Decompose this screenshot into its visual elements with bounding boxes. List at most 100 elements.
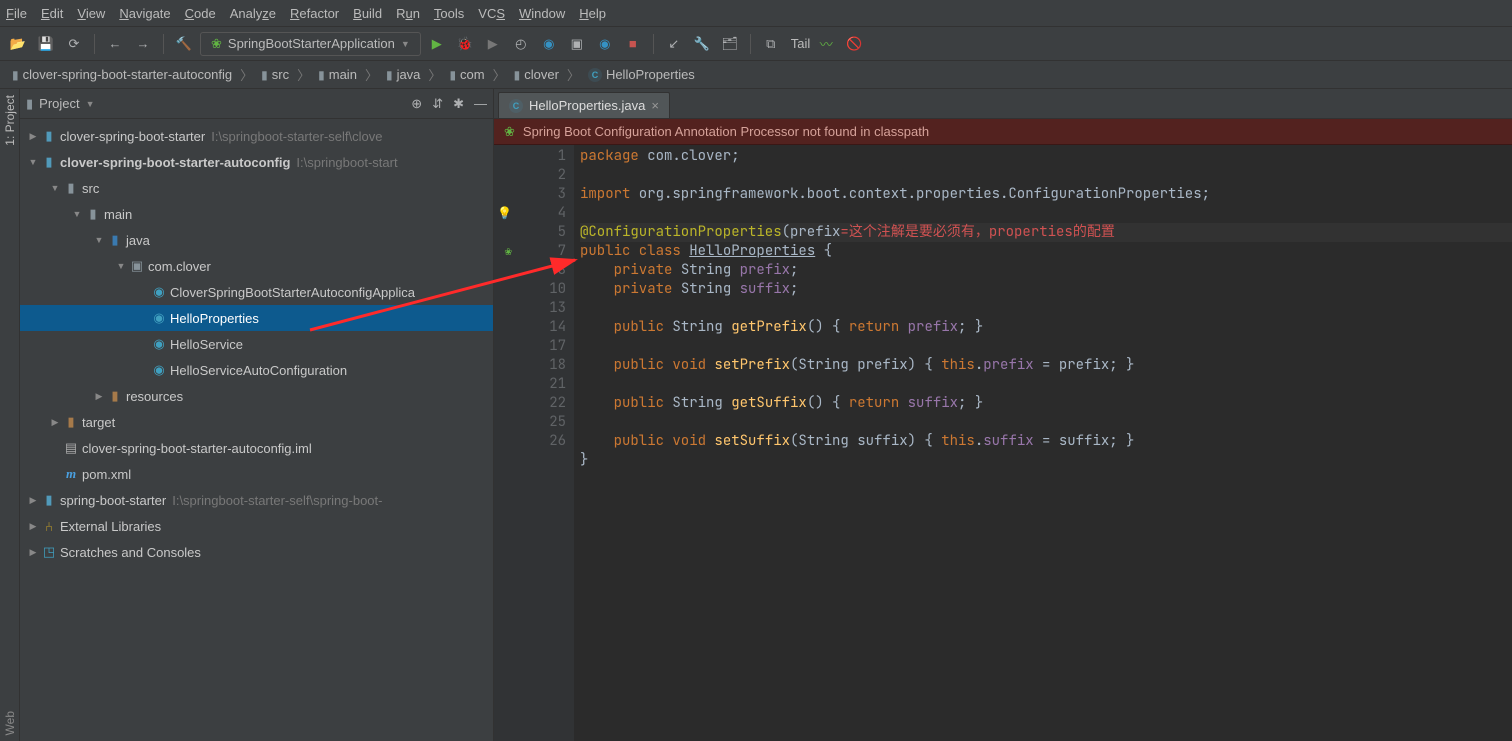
stop-dashboard-icon[interactable]: ◉ <box>593 32 617 56</box>
tree-twisty[interactable]: ▶ <box>26 521 40 532</box>
line-number[interactable]: 10 <box>496 280 566 299</box>
menu-analyze[interactable]: Analyze <box>230 6 276 21</box>
line-number[interactable]: 26 <box>496 432 566 451</box>
line-number[interactable]: 1 <box>496 147 566 166</box>
tree-twisty[interactable]: ▼ <box>48 183 62 193</box>
back-button[interactable]: ← <box>103 32 127 56</box>
monitor-icon[interactable]: 〰 <box>814 32 838 56</box>
menu-tools[interactable]: Tools <box>434 6 464 21</box>
menu-code[interactable]: Code <box>185 6 216 21</box>
breadcrumb-item[interactable]: ▮java <box>380 64 426 86</box>
tree-twisty[interactable]: ▼ <box>114 261 128 271</box>
line-number[interactable]: 22 <box>496 394 566 413</box>
breadcrumb-item[interactable]: CHelloProperties <box>582 64 701 86</box>
tool-button[interactable]: 🔧 <box>690 32 714 56</box>
toolwindow-web-tab[interactable]: Web <box>3 711 17 735</box>
build-button[interactable]: 🔨 <box>172 32 196 56</box>
intention-bulb-icon[interactable]: 💡 <box>497 204 512 223</box>
tree-node[interactable]: ▼▮java <box>20 227 493 253</box>
forward-button[interactable]: → <box>131 32 155 56</box>
menu-navigate[interactable]: Navigate <box>119 6 170 21</box>
menu-vcs[interactable]: VCS <box>478 6 505 21</box>
tree-node[interactable]: ▶▮target <box>20 409 493 435</box>
tree-twisty[interactable]: ▶ <box>48 417 62 428</box>
tree-node[interactable]: mpom.xml <box>20 461 493 487</box>
line-number[interactable]: 2 <box>496 166 566 185</box>
code-editor[interactable]: 1234💡57❀8101314171821222526 package com.… <box>494 145 1512 741</box>
menu-edit[interactable]: Edit <box>41 6 63 21</box>
run-config-selector[interactable]: ❀ SpringBootStarterApplication ▼ <box>200 32 421 56</box>
editor-tab-helloproperties[interactable]: C HelloProperties.java × <box>498 92 670 118</box>
tree-twisty[interactable]: ▶ <box>26 547 40 558</box>
run-coverage-button[interactable]: ▶ <box>481 32 505 56</box>
tree-node[interactable]: ◉HelloProperties <box>20 305 493 331</box>
breadcrumb-item[interactable]: ▮main <box>312 64 363 86</box>
gutter[interactable]: 1234💡57❀8101314171821222526 <box>494 145 574 741</box>
locate-button[interactable]: ⊕ <box>411 96 422 112</box>
breadcrumb-item[interactable]: ▮src <box>255 64 295 86</box>
menu-refactor[interactable]: Refactor <box>290 6 339 21</box>
vcs-update-button[interactable]: ↙ <box>662 32 686 56</box>
debug-button[interactable]: 🐞 <box>453 32 477 56</box>
stop-button[interactable]: ■ <box>621 32 645 56</box>
tree-node[interactable]: ▶▮clover-spring-boot-starterI:\springboo… <box>20 123 493 149</box>
breadcrumb-item[interactable]: ▮clover-spring-boot-starter-autoconfig <box>6 64 238 86</box>
project-view-selector[interactable]: ▮ Project ▼ <box>26 96 95 112</box>
tree-node[interactable]: ▶▮spring-boot-starterI:\springboot-start… <box>20 487 493 513</box>
attach-button[interactable]: ▣ <box>565 32 589 56</box>
expand-all-button[interactable]: ⇵ <box>432 96 443 112</box>
save-all-button[interactable]: 💾 <box>34 32 58 56</box>
tree-node[interactable]: ◉CloverSpringBootStarterAutoconfigApplic… <box>20 279 493 305</box>
tree-twisty[interactable]: ▶ <box>26 131 40 142</box>
run-button[interactable]: ▶ <box>425 32 449 56</box>
inspection-banner[interactable]: ❀ Spring Boot Configuration Annotation P… <box>494 119 1512 145</box>
block-icon[interactable]: 🚫 <box>842 32 866 56</box>
tree-twisty[interactable]: ▼ <box>92 235 106 245</box>
code-area[interactable]: package com.clover;import org.springfram… <box>574 145 1512 741</box>
tree-path: I:\springboot-start <box>296 155 397 170</box>
tree-node[interactable]: ▼▮clover-spring-boot-starter-autoconfigI… <box>20 149 493 175</box>
line-number[interactable]: 3 <box>496 185 566 204</box>
settings-gear-icon[interactable]: ✱ <box>453 96 464 112</box>
tree-node[interactable]: ▶▮resources <box>20 383 493 409</box>
menu-run[interactable]: Run <box>396 6 420 21</box>
sync-button[interactable]: ⟳ <box>62 32 86 56</box>
menu-view[interactable]: View <box>77 6 105 21</box>
toolwindow-project-tab[interactable]: 1: Project <box>3 95 17 146</box>
structure-button[interactable]: ⧉ <box>759 32 783 56</box>
tree-node[interactable]: ▶◳Scratches and Consoles <box>20 539 493 565</box>
breadcrumb-item[interactable]: ▮com <box>443 64 490 86</box>
tree-twisty[interactable]: ▶ <box>92 391 106 402</box>
line-number[interactable]: 8 <box>496 261 566 280</box>
profile-button[interactable]: ◴ <box>509 32 533 56</box>
menu-build[interactable]: Build <box>353 6 382 21</box>
tree-node[interactable]: ▤clover-spring-boot-starter-autoconfig.i… <box>20 435 493 461</box>
run-dashboard-icon[interactable]: ◉ <box>537 32 561 56</box>
hide-button[interactable]: — <box>474 96 487 111</box>
tree-node[interactable]: ▼▮src <box>20 175 493 201</box>
menu-help[interactable]: Help <box>579 6 606 21</box>
tree-twisty[interactable]: ▶ <box>26 495 40 506</box>
changes-button[interactable]: 🗂 <box>718 32 742 56</box>
open-button[interactable]: 📂 <box>6 32 30 56</box>
line-number[interactable]: 25 <box>496 413 566 432</box>
tree-twisty[interactable]: ▼ <box>70 209 84 219</box>
tree-node[interactable]: ◉HelloServiceAutoConfiguration <box>20 357 493 383</box>
line-number[interactable]: 17 <box>496 337 566 356</box>
tree-node[interactable]: ▼▣com.clover <box>20 253 493 279</box>
tree-node[interactable]: ▶⑃External Libraries <box>20 513 493 539</box>
line-number[interactable]: 21 <box>496 375 566 394</box>
tree-twisty[interactable]: ▼ <box>26 157 40 167</box>
line-number[interactable]: 18 <box>496 356 566 375</box>
breadcrumb-item[interactable]: ▮clover <box>508 64 565 86</box>
menu-file[interactable]: File <box>6 6 27 21</box>
line-number[interactable]: 13 <box>496 299 566 318</box>
spring-bean-icon[interactable]: ❀ <box>505 242 512 261</box>
tree-node[interactable]: ◉HelloService <box>20 331 493 357</box>
line-number[interactable]: 5 <box>496 223 566 242</box>
project-tree[interactable]: ▶▮clover-spring-boot-starterI:\springboo… <box>20 119 493 741</box>
menu-window[interactable]: Window <box>519 6 565 21</box>
close-tab-button[interactable]: × <box>651 98 659 113</box>
tree-node[interactable]: ▼▮main <box>20 201 493 227</box>
line-number[interactable]: 14 <box>496 318 566 337</box>
